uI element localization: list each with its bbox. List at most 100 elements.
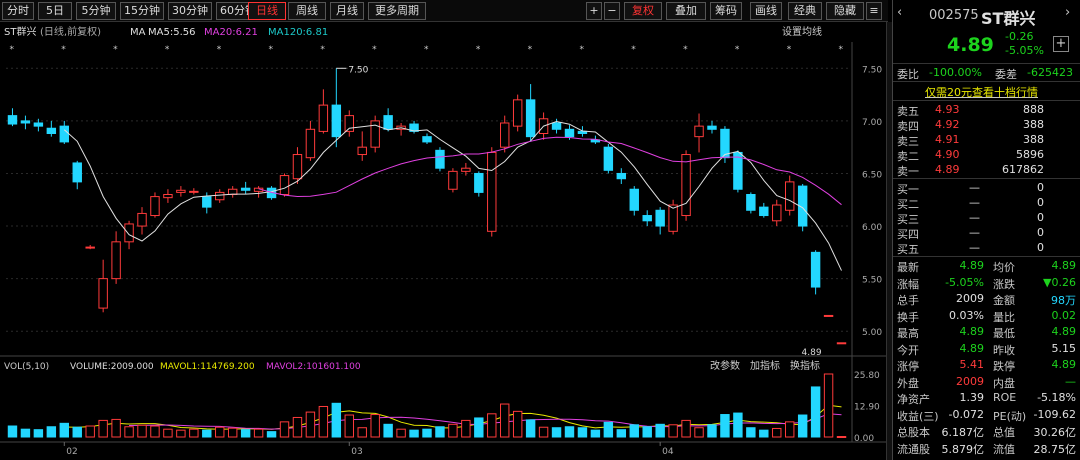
candle-up <box>784 181 795 211</box>
candle-down <box>474 172 484 193</box>
candle-down <box>383 115 393 130</box>
volume-tick-label: 0.00 <box>854 434 874 444</box>
stat-row-label2: PE(动) <box>993 409 1027 423</box>
price-tick-label: 6.50 <box>862 170 882 180</box>
period-tab-daily[interactable]: 日线 <box>248 2 286 20</box>
stat-row-value2: 30.26亿 <box>1033 426 1077 439</box>
volume-bar-down <box>759 429 769 438</box>
stat-row-value2: -5.18% <box>1037 391 1076 404</box>
candle-down <box>746 194 756 211</box>
legend-ma5: MA5:5.56 <box>148 27 195 38</box>
volume-bar-down <box>797 414 808 438</box>
event-marker-icon: * <box>61 45 66 55</box>
menu-icon[interactable]: ≡ <box>866 2 882 20</box>
price-tick-label: 7.00 <box>862 118 882 128</box>
candle-down <box>759 206 769 217</box>
volume-bar-up <box>227 427 238 438</box>
volume-bar-down <box>266 431 277 438</box>
volume-bar-up <box>253 428 264 438</box>
volume-bar-up <box>137 424 147 438</box>
stat-row-label2: 内盘 <box>993 376 1015 390</box>
legend-stock-name: ST群兴 <box>4 25 36 38</box>
candle-up <box>823 314 834 317</box>
add-watchlist-button[interactable]: + <box>1053 36 1069 52</box>
ask-row-price: 4.93 <box>935 103 960 116</box>
volume-bar-down <box>202 429 212 438</box>
candle-up <box>137 212 147 227</box>
period-tab-5day[interactable]: 5日 <box>38 2 72 20</box>
prev-stock-icon[interactable]: ‹ <box>897 5 902 20</box>
volume-bar-up <box>512 410 523 438</box>
add-indicator-button[interactable]: 加指标 <box>750 359 780 372</box>
event-marker-icon: * <box>631 45 636 55</box>
candle-down <box>240 187 251 191</box>
volume-tick-label: 25.80 <box>854 371 880 381</box>
period-toolbar: 分时 5日 5分钟 15分钟 30分钟 60分钟 日线 周线 月线 更多周期 +… <box>0 0 888 22</box>
candle-up <box>292 154 303 180</box>
volume-bar-up <box>189 428 199 438</box>
candle-up <box>215 191 225 201</box>
stat-row-label2: 昨收 <box>993 343 1015 357</box>
candle-up <box>189 190 199 193</box>
volume-bar-up <box>150 425 160 438</box>
draw-line-button[interactable]: 画线 <box>750 2 782 20</box>
settings-ma-button[interactable]: 设置均线 <box>782 25 822 38</box>
candle-down <box>551 122 562 130</box>
volume-bar-up <box>668 424 678 438</box>
candle-up <box>124 223 134 243</box>
volume-bar-down <box>564 426 575 438</box>
price-tick-label: 5.50 <box>862 276 882 286</box>
annotations: 7.50 4.89 <box>336 65 822 358</box>
bid-row-vol: 0 <box>1037 226 1044 239</box>
zoom-in-button[interactable]: + <box>586 2 602 20</box>
overlay-dropdown[interactable]: 叠加 <box>666 2 706 20</box>
candle-down <box>655 209 665 227</box>
volume-bar-down <box>72 426 82 438</box>
period-tab-weekly[interactable]: 周线 <box>288 2 326 20</box>
bid-row-vol: 0 <box>1037 196 1044 209</box>
candle-down <box>707 125 717 130</box>
candle-up <box>448 170 458 190</box>
stat-row-label2: ROE <box>993 391 1017 404</box>
chips-button[interactable]: 筹码 <box>710 2 742 20</box>
stat-row-value2: 0.02 <box>1051 308 1077 322</box>
stat-row-value1: 2009 <box>956 292 984 305</box>
weicha-value: -625423 <box>1027 66 1073 79</box>
volume-bar-up <box>461 419 471 438</box>
candle-down <box>564 128 575 138</box>
next-stock-icon[interactable]: › <box>1065 5 1070 20</box>
hide-button[interactable]: 隐藏 <box>826 2 864 20</box>
event-marker-icon: * <box>579 45 584 55</box>
legend-ma20: MA20:6.21 <box>204 27 258 38</box>
zoom-out-button[interactable]: − <box>604 2 620 20</box>
period-tab-5min[interactable]: 5分钟 <box>76 2 116 20</box>
stat-row-value1: 0.03% <box>949 308 984 322</box>
level10-quote-link[interactable]: 仅需20元查看十档行情 <box>925 84 1038 100</box>
candle-down <box>603 146 614 171</box>
adjust-dropdown[interactable]: 复权 <box>624 2 662 20</box>
volume-bar-down <box>20 428 31 438</box>
volume-bar-up <box>836 436 847 439</box>
swap-indicator-button[interactable]: 换指标 <box>790 359 820 372</box>
ask-row-price: 4.89 <box>935 163 960 176</box>
classic-button[interactable]: 经典 <box>788 2 822 20</box>
event-marker-icon: * <box>528 45 533 55</box>
candle-down <box>202 196 212 208</box>
period-tab-fenshi[interactable]: 分时 <box>2 2 34 20</box>
change-params-button[interactable]: 改参数 <box>710 359 740 372</box>
stat-row-label2: 流值 <box>993 442 1015 456</box>
volume-bar-down <box>746 427 756 438</box>
ask-row-vol: 888 <box>1023 103 1044 116</box>
period-tab-30min[interactable]: 30分钟 <box>168 2 212 20</box>
volume-bar-down <box>733 412 743 438</box>
period-tab-monthly[interactable]: 月线 <box>330 2 364 20</box>
stat-row-label1: 今开 <box>897 343 919 357</box>
period-tab-more[interactable]: 更多周期 <box>368 2 426 20</box>
volume-bar-up <box>85 425 95 438</box>
volume-bar-down <box>642 426 652 438</box>
volume-bar-down <box>59 422 70 438</box>
stat-row-value1: 6.187亿 <box>941 426 985 439</box>
volume-bar-up <box>215 426 225 438</box>
month-label: 02 <box>66 447 77 457</box>
period-tab-15min[interactable]: 15分钟 <box>120 2 164 20</box>
